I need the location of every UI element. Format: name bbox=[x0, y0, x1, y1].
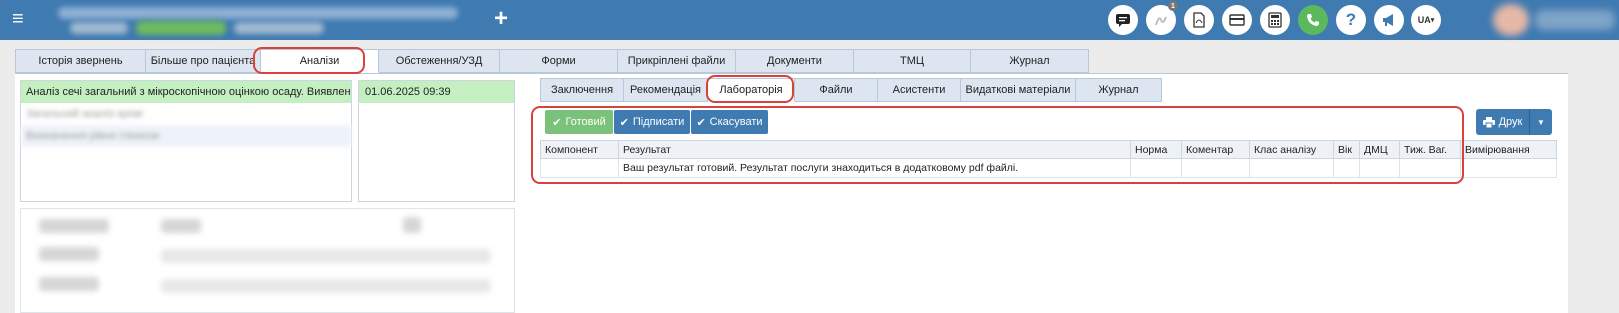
table-cell bbox=[1249, 158, 1334, 178]
button-label: Скасувати bbox=[709, 116, 763, 128]
language-icon[interactable]: UA ▾ bbox=[1411, 5, 1441, 35]
column-header[interactable]: ДМЦ bbox=[1359, 140, 1400, 159]
printer-icon bbox=[1482, 116, 1495, 128]
analysis-name: Визначення рівня глюкози bbox=[26, 130, 160, 142]
check-icon: ✔ bbox=[619, 116, 629, 129]
user-name-blurred bbox=[1535, 10, 1615, 30]
tab-patient-more[interactable]: Більше про пацієнта bbox=[146, 49, 261, 73]
button-label: Друк bbox=[1498, 116, 1523, 128]
analyses-dates: 01.06.2025 09:39 bbox=[358, 80, 515, 202]
subtab-assistants[interactable]: Асистенти bbox=[878, 78, 961, 102]
analysis-name: Аналіз сечі загальний з мікроскопічною о… bbox=[26, 86, 351, 98]
tab-forms[interactable]: Форми bbox=[500, 49, 618, 73]
list-item[interactable]: Загальний аналіз крові bbox=[21, 103, 351, 125]
patient-info-blurred bbox=[58, 4, 478, 36]
column-header[interactable]: Компонент bbox=[540, 140, 619, 159]
subtab-conclusion[interactable]: Заключення bbox=[540, 78, 624, 102]
column-header[interactable]: Тиж. Ваг. bbox=[1399, 140, 1461, 159]
help-icon[interactable]: ? bbox=[1336, 5, 1366, 35]
column-header[interactable]: Вимірювання bbox=[1460, 140, 1557, 159]
analyses-list[interactable]: Аналіз сечі загальний з мікроскопічною о… bbox=[20, 80, 352, 202]
chevron-down-icon[interactable]: ▼ bbox=[1530, 109, 1552, 135]
hamburger-icon[interactable]: ≡ bbox=[12, 9, 24, 29]
calculator-icon[interactable] bbox=[1260, 5, 1290, 35]
tab-label: Історія звернень bbox=[38, 55, 123, 67]
cancel-button[interactable]: ✔ Скасувати bbox=[691, 110, 768, 134]
card-icon[interactable] bbox=[1222, 5, 1252, 35]
tab-label: Заключення bbox=[550, 84, 614, 96]
tab-label: Обстеження/УЗД bbox=[395, 55, 483, 67]
subtab-laboratory[interactable]: Лабораторія bbox=[708, 78, 795, 102]
tab-label: Асистенти bbox=[892, 84, 946, 96]
tab-journal[interactable]: Журнал bbox=[971, 49, 1089, 73]
tab-label: Прикріплені файли bbox=[627, 55, 726, 67]
top-bar: ≡ + 1 ? UA ▾ bbox=[0, 0, 1619, 40]
tab-label: ТМЦ bbox=[899, 55, 925, 67]
tab-tmc[interactable]: ТМЦ bbox=[854, 49, 971, 73]
tab-examinations[interactable]: Обстеження/УЗД bbox=[379, 49, 500, 73]
sub-tabs: Заключення Рекомендація Лабораторія Файл… bbox=[540, 78, 1162, 102]
signature-icon[interactable]: 1 bbox=[1146, 1, 1178, 35]
tab-label: Файли bbox=[819, 84, 853, 96]
column-header[interactable]: Результат bbox=[618, 140, 1131, 159]
analysis-form-blurred bbox=[20, 208, 515, 313]
tab-label: Документи bbox=[767, 55, 822, 67]
avatar[interactable] bbox=[1493, 4, 1529, 36]
subtab-materials[interactable]: Видаткові матеріали bbox=[961, 78, 1076, 102]
table-cell: Ваш результат готовий. Результат послуги… bbox=[618, 158, 1131, 178]
notification-badge: 1 bbox=[1168, 1, 1178, 11]
table-header-row: Компонент Результат Норма Коментар Клас … bbox=[540, 140, 1557, 159]
list-item[interactable]: Визначення рівня глюкози bbox=[21, 125, 351, 147]
list-item[interactable]: 01.06.2025 09:39 bbox=[359, 81, 514, 103]
subtab-files[interactable]: Файли bbox=[795, 78, 878, 102]
ready-button[interactable]: ✔ Готовий bbox=[545, 110, 613, 134]
tab-label: Аналізи bbox=[299, 55, 340, 67]
table-cell bbox=[1181, 158, 1250, 178]
table-cell bbox=[1359, 158, 1400, 178]
button-label: Готовий bbox=[565, 116, 606, 128]
column-header[interactable]: Коментар bbox=[1181, 140, 1250, 159]
tab-label: Форми bbox=[541, 55, 576, 67]
main-tabs: Історія звернень Більше про пацієнта Ана… bbox=[15, 49, 1089, 73]
phone-icon[interactable] bbox=[1298, 5, 1328, 35]
table-row[interactable]: Ваш результат готовий. Результат послуги… bbox=[540, 158, 1557, 178]
subtab-recommendation[interactable]: Рекомендація bbox=[624, 78, 708, 102]
column-header[interactable]: Норма bbox=[1130, 140, 1182, 159]
table-cell bbox=[1130, 158, 1182, 178]
print-button[interactable]: Друк ▼ bbox=[1476, 109, 1552, 135]
megaphone-icon[interactable] bbox=[1374, 5, 1404, 35]
table-cell bbox=[1399, 158, 1461, 178]
tab-label: Журнал bbox=[1009, 55, 1050, 67]
tab-label: Видаткові матеріали bbox=[965, 84, 1071, 96]
subtab-journal[interactable]: Журнал bbox=[1076, 78, 1162, 102]
sign-button[interactable]: ✔ Підписати bbox=[614, 110, 690, 134]
column-header[interactable]: Клас аналізу bbox=[1249, 140, 1334, 159]
button-label: Підписати bbox=[632, 116, 685, 128]
tab-label: Більше про пацієнта bbox=[150, 55, 256, 67]
tab-attached-files[interactable]: Прикріплені файли bbox=[618, 49, 736, 73]
pdf-icon[interactable] bbox=[1184, 5, 1214, 35]
tab-documents[interactable]: Документи bbox=[736, 49, 854, 73]
check-icon: ✔ bbox=[552, 116, 562, 129]
table-cell bbox=[540, 158, 619, 178]
chat-icon[interactable] bbox=[1108, 5, 1138, 35]
plus-icon[interactable]: + bbox=[494, 6, 508, 32]
check-icon: ✔ bbox=[696, 116, 706, 129]
tab-history[interactable]: Історія звернень bbox=[15, 49, 146, 73]
analysis-date: 01.06.2025 09:39 bbox=[365, 86, 451, 98]
table-cell bbox=[1460, 158, 1557, 178]
tab-label: Рекомендація bbox=[629, 84, 702, 96]
column-header[interactable]: Вік bbox=[1333, 140, 1360, 159]
language-label: UA bbox=[1417, 15, 1431, 25]
results-table: Компонент Результат Норма Коментар Клас … bbox=[540, 140, 1557, 178]
list-item[interactable]: Аналіз сечі загальний з мікроскопічною о… bbox=[21, 81, 351, 103]
tab-label: Журнал bbox=[1098, 84, 1139, 96]
table-cell bbox=[1333, 158, 1360, 178]
analysis-name: Загальний аналіз крові bbox=[26, 108, 143, 120]
tab-analyses[interactable]: Аналізи bbox=[261, 49, 379, 73]
tab-label: Лабораторія bbox=[719, 84, 783, 96]
